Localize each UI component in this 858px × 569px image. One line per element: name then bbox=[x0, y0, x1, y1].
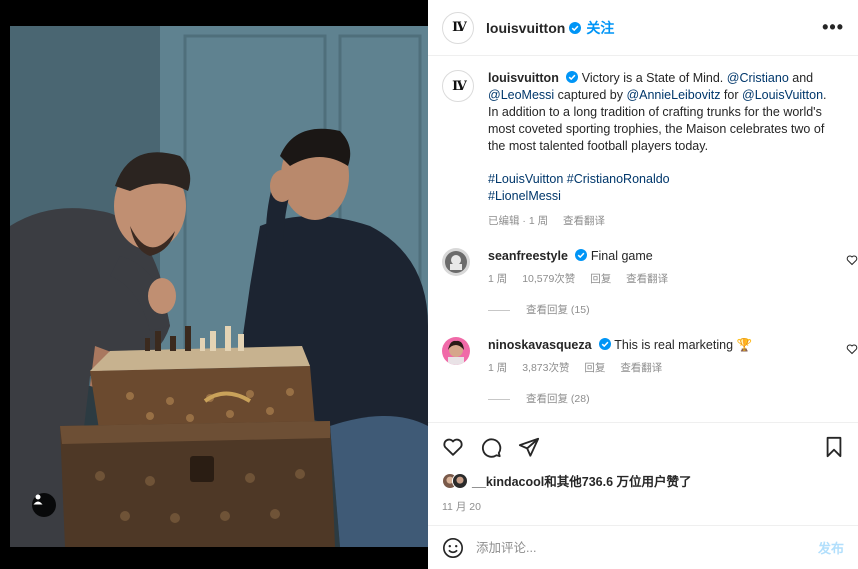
author-avatar[interactable]: LV bbox=[442, 11, 474, 44]
avatar-image bbox=[442, 337, 470, 365]
post-details-panel: LV louisvuitton 关注 ••• LV louisvuitton V… bbox=[428, 0, 858, 569]
comment-item: seanfreestyle Final game 1 周 10,579次赞 回复… bbox=[428, 248, 858, 319]
avatar-image bbox=[442, 248, 470, 276]
share-button[interactable] bbox=[518, 436, 540, 458]
comment-time: 1 周 bbox=[488, 273, 508, 285]
comment-time: 1 周 bbox=[488, 362, 508, 374]
caption-meta: 已编辑 · 1 周 查看翻译 bbox=[488, 213, 828, 230]
verified-badge-icon bbox=[599, 338, 611, 350]
bookmark-icon bbox=[826, 436, 842, 458]
post-header: LV louisvuitton 关注 ••• bbox=[428, 0, 858, 56]
caption-segment: and bbox=[788, 71, 814, 85]
post-date: 11 月 20 bbox=[442, 501, 481, 513]
more-options-icon[interactable]: ••• bbox=[822, 17, 844, 38]
post-actions: __kindacool和其他736.6 万位用户赞了 11 月 20 bbox=[428, 422, 858, 514]
mention-leomessi[interactable]: @LeoMessi bbox=[488, 88, 554, 102]
likes-count-text[interactable]: 和其他736.6 万位用户赞了 bbox=[544, 475, 691, 489]
caption-segment: captured by bbox=[554, 88, 627, 102]
lv-logo-icon: LV bbox=[452, 20, 467, 35]
comment-likes[interactable]: 3,873次赞 bbox=[522, 362, 569, 374]
comment-item: ninoskavasqueza This is real marketing 🏆… bbox=[428, 337, 858, 408]
author-username[interactable]: louisvuitton bbox=[486, 20, 565, 36]
save-button[interactable] bbox=[824, 436, 844, 458]
post-media-area bbox=[0, 0, 428, 569]
comment-username[interactable]: ninoskavasqueza bbox=[488, 338, 592, 352]
reply-button[interactable]: 回复 bbox=[584, 362, 605, 374]
caption: LV louisvuitton Victory is a State of Mi… bbox=[428, 56, 858, 230]
see-translation-link[interactable]: 查看翻译 bbox=[620, 362, 662, 374]
liker-avatar bbox=[452, 472, 468, 489]
mention-annieleibovitz[interactable]: @AnnieLeibovitz bbox=[626, 88, 720, 102]
comment-likes[interactable]: 10,579次赞 bbox=[522, 273, 575, 285]
lv-logo-icon: LV bbox=[452, 78, 467, 94]
comment-username[interactable]: seanfreestyle bbox=[488, 249, 568, 263]
post-photo[interactable] bbox=[10, 26, 428, 547]
user-icon bbox=[33, 494, 43, 505]
caption-text: louisvuitton Victory is a State of Mind.… bbox=[488, 70, 828, 155]
verified-badge-icon bbox=[566, 71, 579, 83]
like-button[interactable] bbox=[442, 436, 464, 458]
comment-text: Final game bbox=[590, 249, 653, 263]
post-comment-button[interactable]: 发布 bbox=[818, 538, 844, 557]
see-translation-link[interactable]: 查看翻译 bbox=[626, 273, 668, 285]
comment-input[interactable] bbox=[476, 540, 796, 555]
like-comment-heart-icon[interactable] bbox=[846, 343, 858, 355]
reply-button[interactable]: 回复 bbox=[590, 273, 611, 285]
liker-username[interactable]: __kindacool bbox=[472, 475, 544, 489]
view-replies-label: 查看回复 (28) bbox=[526, 393, 590, 405]
follow-button[interactable]: 关注 bbox=[586, 18, 614, 38]
verified-badge-icon bbox=[569, 21, 582, 34]
comments-scroll-area[interactable]: LV louisvuitton Victory is a State of Mi… bbox=[428, 56, 858, 422]
comment-bubble-icon bbox=[482, 438, 502, 458]
view-replies-button[interactable]: 查看回复 (15) bbox=[488, 302, 680, 319]
comment-text: This is real marketing 🏆 bbox=[614, 338, 753, 352]
hashtag-cristianoronaldo[interactable]: #CristianoRonaldo bbox=[567, 172, 670, 186]
avatar[interactable] bbox=[442, 248, 470, 276]
avatar[interactable] bbox=[442, 337, 470, 365]
edited-time: 已编辑 · 1 周 bbox=[488, 215, 549, 227]
mention-louisvuitton[interactable]: @LouisVuitton bbox=[742, 88, 823, 102]
like-comment-heart-icon[interactable] bbox=[846, 254, 858, 266]
view-replies-button[interactable]: 查看回复 (28) bbox=[488, 391, 752, 408]
see-translation-link[interactable]: 查看翻译 bbox=[563, 215, 605, 227]
hashtags: #LouisVuitton #CristianoRonaldo #LionelM… bbox=[488, 171, 828, 205]
divider bbox=[488, 310, 510, 311]
caption-segment: for bbox=[720, 88, 742, 102]
heart-icon bbox=[443, 438, 463, 456]
likes-summary[interactable]: __kindacool和其他736.6 万位用户赞了 bbox=[442, 471, 844, 490]
divider bbox=[488, 399, 510, 400]
view-replies-label: 查看回复 (15) bbox=[526, 304, 590, 316]
paper-plane-icon bbox=[518, 437, 540, 457]
emoji-icon[interactable] bbox=[442, 537, 464, 559]
comment-button[interactable] bbox=[480, 436, 502, 458]
hashtag-louisvuitton[interactable]: #LouisVuitton bbox=[488, 172, 563, 186]
caption-username[interactable]: louisvuitton bbox=[488, 71, 559, 85]
photo-illustration bbox=[10, 26, 428, 547]
caption-segment: Victory is a State of Mind. bbox=[578, 71, 727, 85]
hashtag-lionelmessi[interactable]: #LionelMessi bbox=[488, 189, 561, 203]
mention-cristiano[interactable]: @Cristiano bbox=[727, 71, 789, 85]
caption-author-avatar[interactable]: LV bbox=[442, 70, 474, 102]
tagged-users-button[interactable] bbox=[32, 493, 56, 517]
verified-badge-icon bbox=[575, 249, 588, 261]
comment-composer: 发布 bbox=[428, 525, 858, 569]
